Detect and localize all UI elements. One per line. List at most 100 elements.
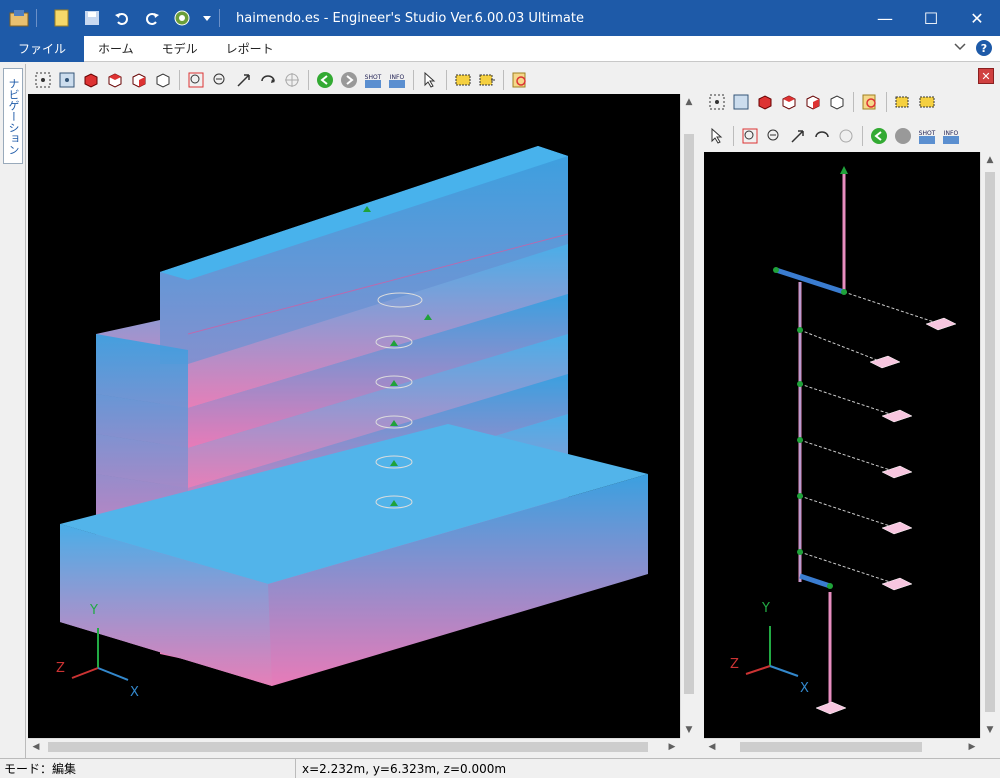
back-icon[interactable] [314,69,336,91]
close-button[interactable]: ✕ [954,0,1000,36]
frame-horizontal-scrollbar[interactable]: ◀ ▶ [704,738,980,754]
scroll-thumb[interactable] [985,172,995,712]
tab-file[interactable]: ファイル [0,35,85,62]
scroll-thumb[interactable] [48,742,648,752]
redo-icon[interactable] [141,7,163,29]
settings-icon[interactable] [171,7,193,29]
separator [446,70,447,90]
pan-icon[interactable] [233,69,255,91]
navigation-tab[interactable]: ナビゲーション [3,68,23,164]
ribbon-collapse-icon[interactable] [954,41,966,55]
zoom-out-icon[interactable] [209,69,231,91]
minimize-button[interactable]: — [862,0,908,36]
save-icon[interactable] [81,7,103,29]
scroll-right-icon[interactable]: ▶ [964,739,980,755]
separator [862,126,863,146]
separator [219,9,220,27]
scroll-down-icon[interactable]: ▼ [681,722,697,738]
frame-model-canvas: Y Z X [730,166,957,715]
bottom-beam [799,573,831,589]
status-mode: モード：編集 [0,758,296,778]
tab-model[interactable]: モデル [148,36,212,62]
forward-icon[interactable] [892,125,914,147]
zoom-window-icon[interactable] [739,125,761,147]
separator [36,9,37,27]
find-icon[interactable] [509,69,531,91]
separator [853,92,854,112]
main-horizontal-scrollbar[interactable]: ◀ ▶ [28,738,680,754]
tab-home[interactable]: ホーム [84,36,148,62]
tab-report[interactable]: レポート [212,36,288,62]
select-cursor-icon[interactable] [419,69,441,91]
frame-select-icon[interactable] [452,69,474,91]
target-icon[interactable] [835,125,857,147]
scroll-left-icon[interactable]: ◀ [704,739,720,755]
rotate-icon[interactable] [811,125,833,147]
view-top-icon[interactable] [802,91,824,113]
zoom-out-icon[interactable] [763,125,785,147]
undo-icon[interactable] [111,7,133,29]
view-front-icon[interactable] [754,91,776,113]
info-icon[interactable]: INFO [386,69,408,91]
target-icon[interactable] [281,69,303,91]
pan-icon[interactable] [787,125,809,147]
zoom-window-icon[interactable] [185,69,207,91]
axis-x-label: X [800,681,809,696]
separator [733,126,734,146]
svg-text:SHOT: SHOT [365,74,382,81]
rotate-icon[interactable] [257,69,279,91]
view-iso-icon[interactable] [826,91,848,113]
select-all-icon[interactable] [32,69,54,91]
main-vertical-scrollbar[interactable]: ▲ ▼ [680,94,696,738]
frame-axes-gizmo: Y Z X [730,601,809,696]
view-front-icon[interactable] [80,69,102,91]
scroll-left-icon[interactable]: ◀ [28,739,44,755]
support-pads [815,317,957,715]
fit-view-icon[interactable] [56,69,78,91]
select-all-icon[interactable] [706,91,728,113]
axis-z-label: Z [730,657,739,672]
forward-icon[interactable] [338,69,360,91]
ribbon-tabs: ファイル ホーム モデル レポート ? [0,35,1000,62]
new-file-icon[interactable] [51,7,73,29]
find-icon[interactable] [859,91,881,113]
scroll-up-icon[interactable]: ▲ [681,94,697,110]
info-icon[interactable]: INFO [940,125,962,147]
frame-select-add-icon[interactable] [892,91,914,113]
scroll-thumb[interactable] [684,134,694,694]
separator [503,70,504,90]
shot-icon[interactable]: SHOT [916,125,938,147]
view-side-icon[interactable] [104,69,126,91]
panel-close-button[interactable]: ✕ [978,68,994,84]
axis-z-label: Z [56,661,65,676]
scroll-down-icon[interactable]: ▼ [982,722,998,738]
view-iso-icon[interactable] [152,69,174,91]
help-button[interactable]: ? [976,40,992,56]
separator [179,70,180,90]
top-beam [775,267,845,295]
svg-text:INFO: INFO [944,130,959,137]
back-icon[interactable] [868,125,890,147]
scroll-up-icon[interactable]: ▲ [982,152,998,168]
view-top-icon[interactable] [128,69,150,91]
frame-model-viewport[interactable]: Y Z X [704,152,980,738]
view-side-icon[interactable] [778,91,800,113]
maximize-button[interactable]: ☐ [908,0,954,36]
app-window: haimendo.es - Engineer's Studio Ver.6.00… [0,0,1000,778]
scroll-right-icon[interactable]: ▶ [664,739,680,755]
scroll-thumb[interactable] [740,742,922,752]
frame-select-icon[interactable] [916,91,938,113]
side-toolbar-1 [702,88,998,116]
frame-vertical-scrollbar[interactable]: ▲ ▼ [980,152,998,738]
select-cursor-icon[interactable] [706,125,728,147]
title-bar: haimendo.es - Engineer's Studio Ver.6.00… [0,0,1000,36]
fit-view-icon[interactable] [730,91,752,113]
shot-icon[interactable]: SHOT [362,69,384,91]
main-3d-viewport[interactable]: Y Z X [28,94,680,738]
app-icon[interactable] [8,7,30,29]
quick-access-dropdown-icon[interactable] [201,7,213,29]
status-coordinates: x=2.232m, y=6.323m, z=0.000m [302,761,507,776]
frame-select-add-icon[interactable] [476,69,498,91]
separator [413,70,414,90]
axis-y-label: Y [761,601,770,616]
